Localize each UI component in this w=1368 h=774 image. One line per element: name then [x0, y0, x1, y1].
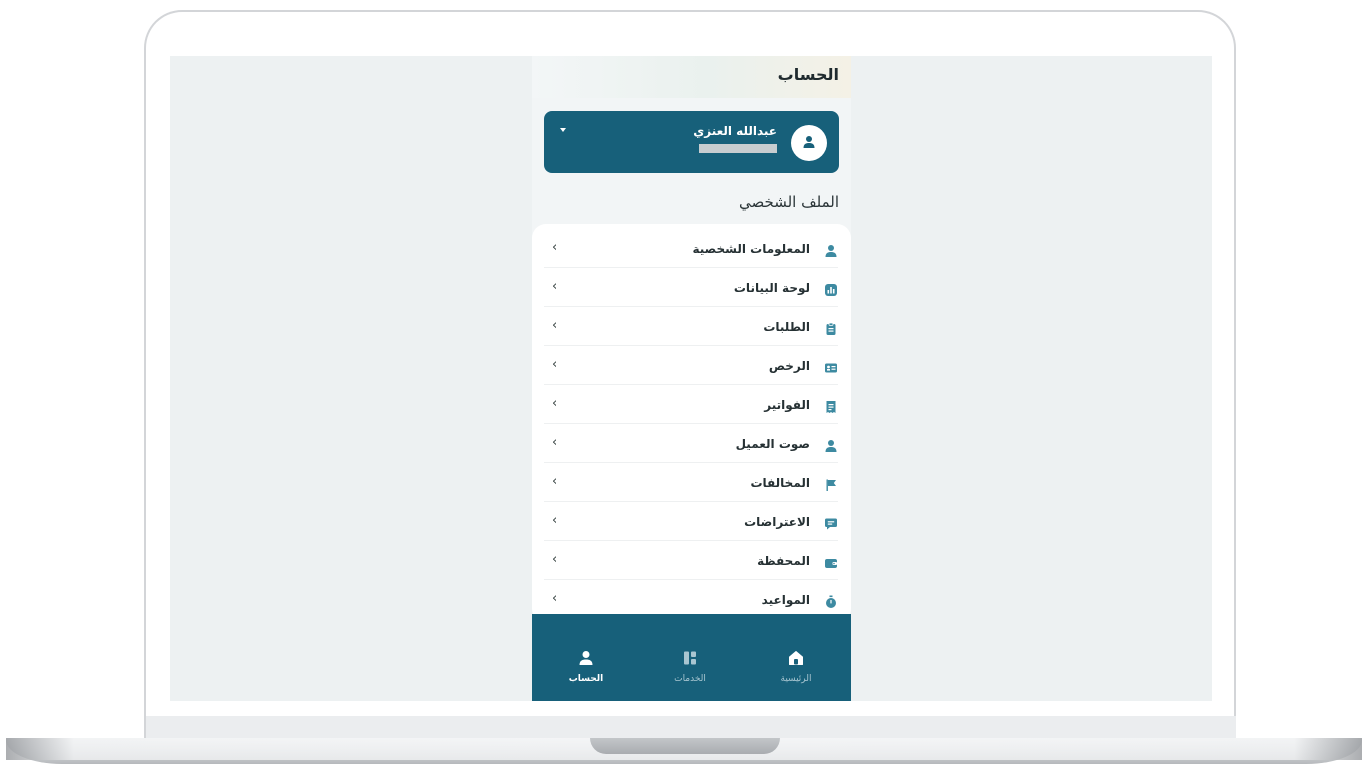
person-icon	[825, 245, 837, 257]
stopwatch-icon	[826, 595, 836, 608]
flag-icon	[826, 479, 836, 491]
menu-item-personal-info[interactable]: المعلومات الشخصية ‹	[544, 230, 838, 268]
wallet-icon	[825, 559, 837, 568]
laptop-notch	[590, 738, 780, 754]
chevron-left-icon: ‹	[552, 396, 558, 411]
nav-home[interactable]: الرئيسية	[756, 650, 836, 698]
account-switcher[interactable]: عبدالله العنزي	[544, 111, 839, 173]
menu-item-label: المعلومات الشخصية	[692, 242, 810, 256]
menu-item-wallet[interactable]: المحفظة ‹	[544, 542, 838, 580]
home-icon	[789, 651, 803, 665]
bottom-navigation: الرئيسية الخدمات الحساب	[532, 594, 851, 701]
chevron-left-icon: ‹	[552, 474, 558, 489]
nav-label: الخدمات	[674, 674, 706, 684]
page-title: الحساب	[777, 65, 839, 84]
menu-item-licenses[interactable]: الرخص ‹	[544, 347, 838, 385]
nav-account[interactable]: الحساب	[546, 650, 626, 698]
menu-item-objections[interactable]: الاعتراضات ‹	[544, 503, 838, 541]
mobile-app: الحساب عبدالله العنزي الملف الشخصي المعل…	[532, 56, 851, 701]
section-title: الملف الشخصي	[739, 193, 839, 211]
caret-down-icon[interactable]	[560, 128, 566, 132]
avatar	[791, 125, 827, 161]
screen: الحساب عبدالله العنزي الملف الشخصي المعل…	[170, 56, 1212, 701]
menu-item-label: الطلبات	[763, 320, 810, 334]
receipt-icon	[826, 401, 836, 413]
chevron-left-icon: ‹	[552, 279, 558, 294]
laptop-chin	[146, 716, 1236, 738]
chevron-left-icon: ‹	[552, 318, 558, 333]
person-icon	[825, 440, 837, 452]
clipboard-icon	[826, 322, 836, 335]
menu-item-invoices[interactable]: الفواتير ‹	[544, 386, 838, 424]
chevron-left-icon: ‹	[552, 240, 558, 255]
chevron-left-icon: ‹	[552, 513, 558, 528]
person-icon	[803, 136, 815, 148]
chevron-left-icon: ‹	[552, 552, 558, 567]
chevron-left-icon: ‹	[552, 357, 558, 372]
menu-item-requests[interactable]: الطلبات ‹	[544, 308, 838, 346]
id-card-icon	[825, 363, 837, 373]
menu-item-dashboard[interactable]: لوحة البيانات ‹	[544, 269, 838, 307]
redacted-id	[699, 144, 777, 153]
menu-item-customer-voice[interactable]: صوت العميل ‹	[544, 425, 838, 463]
person-icon	[579, 651, 593, 665]
nav-services[interactable]: الخدمات	[650, 650, 730, 698]
menu-item-label: المحفظة	[757, 554, 810, 568]
nav-label: الرئيسية	[780, 674, 812, 684]
menu-item-label: المخالفات	[750, 476, 810, 490]
menu-item-label: صوت العميل	[735, 437, 810, 451]
chevron-left-icon: ‹	[552, 591, 558, 606]
menu-item-label: الفواتير	[764, 398, 810, 412]
profile-menu: المعلومات الشخصية ‹ لوحة البيانات ‹ الطل…	[532, 224, 851, 624]
dashboard-icon	[825, 284, 837, 296]
menu-item-label: الاعتراضات	[744, 515, 810, 529]
app-header: الحساب	[532, 56, 851, 98]
menu-item-label: الرخص	[768, 359, 810, 373]
menu-item-label: المواعيد	[761, 593, 810, 607]
user-name: عبدالله العنزي	[693, 124, 777, 138]
comment-icon	[825, 518, 837, 530]
nav-label: الحساب	[568, 674, 604, 684]
chevron-left-icon: ‹	[552, 435, 558, 450]
menu-item-label: لوحة البيانات	[733, 281, 810, 295]
menu-item-violations[interactable]: المخالفات ‹	[544, 464, 838, 502]
services-grid-icon	[684, 651, 696, 665]
